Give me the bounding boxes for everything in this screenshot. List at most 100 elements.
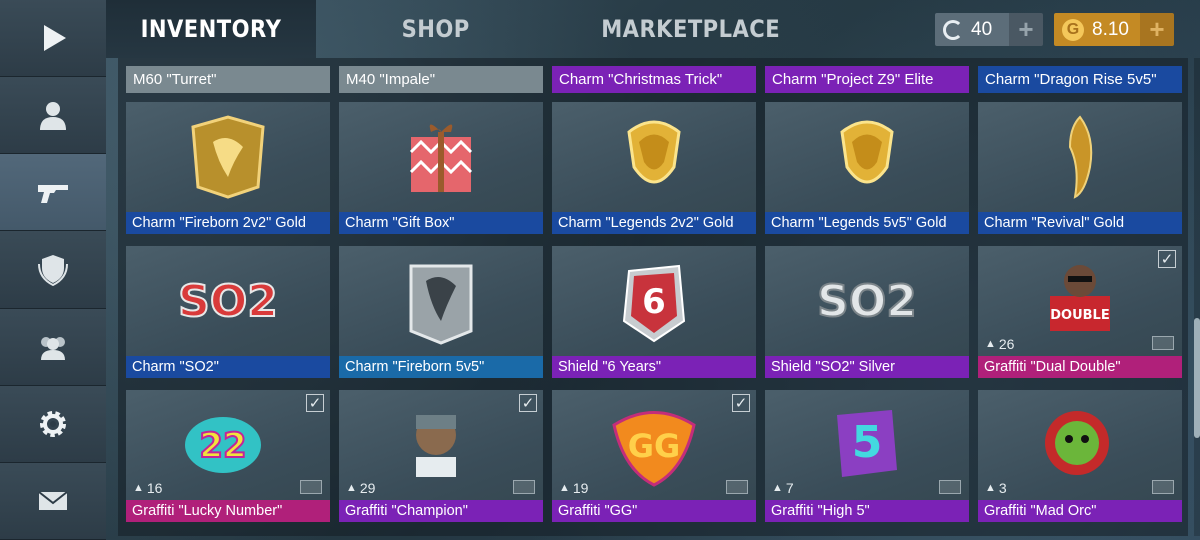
sidebar-item-clan[interactable]	[0, 231, 106, 309]
add-gold-button[interactable]: +	[1140, 13, 1174, 46]
item-count-value: 26	[998, 336, 1015, 352]
svg-text:22: 22	[199, 426, 246, 466]
item-count-value: 3	[998, 480, 1007, 496]
silver-coin-icon	[943, 19, 963, 40]
item-count: ▲ 16	[133, 480, 162, 496]
equipped-checkbox[interactable]: ✓	[519, 394, 537, 412]
inventory-item-card[interactable]: GG ▲ 19 ✓ Graffiti "GG"	[552, 390, 756, 522]
spray-icon: ▲	[985, 482, 996, 494]
inventory-item-card[interactable]: Charm "Fireborn 2v2" Gold	[126, 102, 330, 234]
item-count: ▲ 26	[985, 336, 1014, 352]
sidebar-item-play[interactable]	[0, 0, 106, 78]
inventory-item-name: Shield "SO2" Silver	[765, 356, 969, 378]
tab-shop[interactable]: SHOP	[316, 0, 556, 58]
gold-crest-image	[552, 102, 756, 212]
add-silver-button[interactable]: +	[1009, 13, 1043, 46]
svg-text:GG: GG	[628, 427, 681, 465]
silver-amount: 40	[971, 18, 993, 40]
inventory-item-name: Graffiti "GG"	[552, 500, 756, 522]
inventory-item-name: Charm "Legends 2v2" Gold	[552, 212, 756, 234]
inventory-item-card[interactable]: Charm "Legends 2v2" Gold	[552, 102, 756, 234]
inventory-item-label[interactable]: M40 "Impale"	[339, 66, 543, 93]
gold-currency: G 8.10 +	[1054, 13, 1174, 46]
equipped-checkbox[interactable]: ✓	[1158, 250, 1176, 268]
sidebar-item-settings[interactable]	[0, 385, 106, 463]
inventory-item-name: Shield "6 Years"	[552, 356, 756, 378]
svg-text:DOUBLE: DOUBLE	[1050, 308, 1109, 323]
inventory-grid: M60 "Turret" M40 "Impale" Charm "Christmas…	[118, 58, 1188, 536]
mail-icon	[38, 491, 68, 510]
inventory-item-label[interactable]: Charm "Dragon Rise 5v5"	[978, 66, 1182, 93]
scrollbar[interactable]	[1194, 58, 1200, 536]
item-count-value: 19	[572, 480, 589, 496]
inventory-item-name: Graffiti "High 5"	[765, 500, 969, 522]
gold-amount: 8.10	[1092, 18, 1129, 40]
inventory-item-card[interactable]: 22 ▲ 16 ✓ Graffiti "Lucky Number"	[126, 390, 330, 522]
inventory-item-card[interactable]: SO2 Shield "SO2" Silver	[765, 246, 969, 378]
clan-shield-icon	[38, 255, 68, 287]
tab-marketplace-label: MARKETPLACE	[601, 15, 781, 43]
inventory-item-name: Graffiti "Mad Orc"	[978, 500, 1182, 522]
svg-text:6: 6	[642, 282, 666, 322]
inventory-item-card[interactable]: Charm "Revival" Gold	[978, 102, 1182, 234]
inventory-item-card[interactable]: 5 ▲ 7 Graffiti "High 5"	[765, 390, 969, 522]
gold-coin-icon: G	[1062, 18, 1084, 41]
inventory-item-card[interactable]: ▲ 29 ✓ Graffiti "Champion"	[339, 390, 543, 522]
gold-banner-image	[126, 102, 330, 212]
friends-icon	[41, 336, 65, 360]
spray-can-icon	[300, 480, 322, 494]
inventory-item-card[interactable]: ▲ 3 Graffiti "Mad Orc"	[978, 390, 1182, 522]
scrollbar-thumb[interactable]	[1194, 318, 1200, 438]
inventory-item-label[interactable]: M60 "Turret"	[126, 66, 330, 93]
inventory-item-name: Charm "Fireborn 2v2" Gold	[126, 212, 330, 234]
spray-icon: ▲	[346, 482, 357, 494]
so2-red-image: SO2	[126, 246, 330, 356]
sidebar-item-profile[interactable]	[0, 77, 106, 155]
item-count: ▲ 7	[772, 480, 794, 496]
silver-currency: 40 +	[935, 13, 1043, 46]
item-count-value: 7	[785, 480, 794, 496]
inventory-item-name: Charm "SO2"	[126, 356, 330, 378]
inventory-item-card[interactable]: 6 Shield "6 Years"	[552, 246, 756, 378]
inventory-item-name: Graffiti "Lucky Number"	[126, 500, 330, 522]
inventory-item-label[interactable]: Charm "Project Z9" Elite	[765, 66, 969, 93]
inventory-item-card[interactable]: Charm "Gift Box"	[339, 102, 543, 234]
so2-silver-image: SO2	[765, 246, 969, 356]
play-icon	[44, 25, 66, 52]
silver-banner-image	[339, 246, 543, 356]
gun-icon	[38, 185, 68, 204]
inventory-item-card[interactable]: SO2 Charm "SO2"	[126, 246, 330, 378]
inventory-item-name: Graffiti "Dual Double"	[978, 356, 1182, 378]
sidebar-item-friends[interactable]	[0, 308, 106, 386]
svg-text:SO2: SO2	[178, 276, 278, 327]
spray-can-icon	[513, 480, 535, 494]
profile-icon	[40, 102, 66, 131]
tab-marketplace[interactable]: MARKETPLACE	[556, 0, 826, 58]
spray-can-icon	[1152, 480, 1174, 494]
svg-text:5: 5	[852, 417, 883, 468]
settings-gear-icon	[40, 410, 66, 437]
tab-inventory[interactable]: INVENTORY	[106, 0, 316, 58]
sidebar-item-mail[interactable]	[0, 462, 106, 540]
equipped-checkbox[interactable]: ✓	[732, 394, 750, 412]
inventory-item-name: Graffiti "Champion"	[339, 500, 543, 522]
spray-can-icon	[939, 480, 961, 494]
spray-icon: ▲	[133, 482, 144, 494]
spray-icon: ▲	[559, 482, 570, 494]
spray-can-icon	[726, 480, 748, 494]
inventory-item-card[interactable]: Charm "Legends 5v5" Gold	[765, 102, 969, 234]
svg-text:SO2: SO2	[817, 276, 917, 327]
inventory-item-card[interactable]: DOUBLE ▲ 26 ✓ Graffiti "Dual Double"	[978, 246, 1182, 378]
equipped-checkbox[interactable]: ✓	[306, 394, 324, 412]
item-count: ▲ 3	[985, 480, 1007, 496]
gold-feather-image	[978, 102, 1182, 212]
spray-can-icon	[1152, 336, 1174, 350]
tab-inventory-label: INVENTORY	[140, 15, 282, 43]
top-tab-bar: INVENTORY SHOP MARKETPLACE 40 + G 8.10 +	[106, 0, 1200, 58]
sidebar-item-weapons[interactable]	[0, 154, 106, 232]
inventory-item-card[interactable]: Charm "Fireborn 5v5"	[339, 246, 543, 378]
inventory-item-name: Charm "Gift Box"	[339, 212, 543, 234]
inventory-item-label[interactable]: Charm "Christmas Trick"	[552, 66, 756, 93]
inventory-item-name: Charm "Revival" Gold	[978, 212, 1182, 234]
item-count: ▲ 29	[346, 480, 375, 496]
